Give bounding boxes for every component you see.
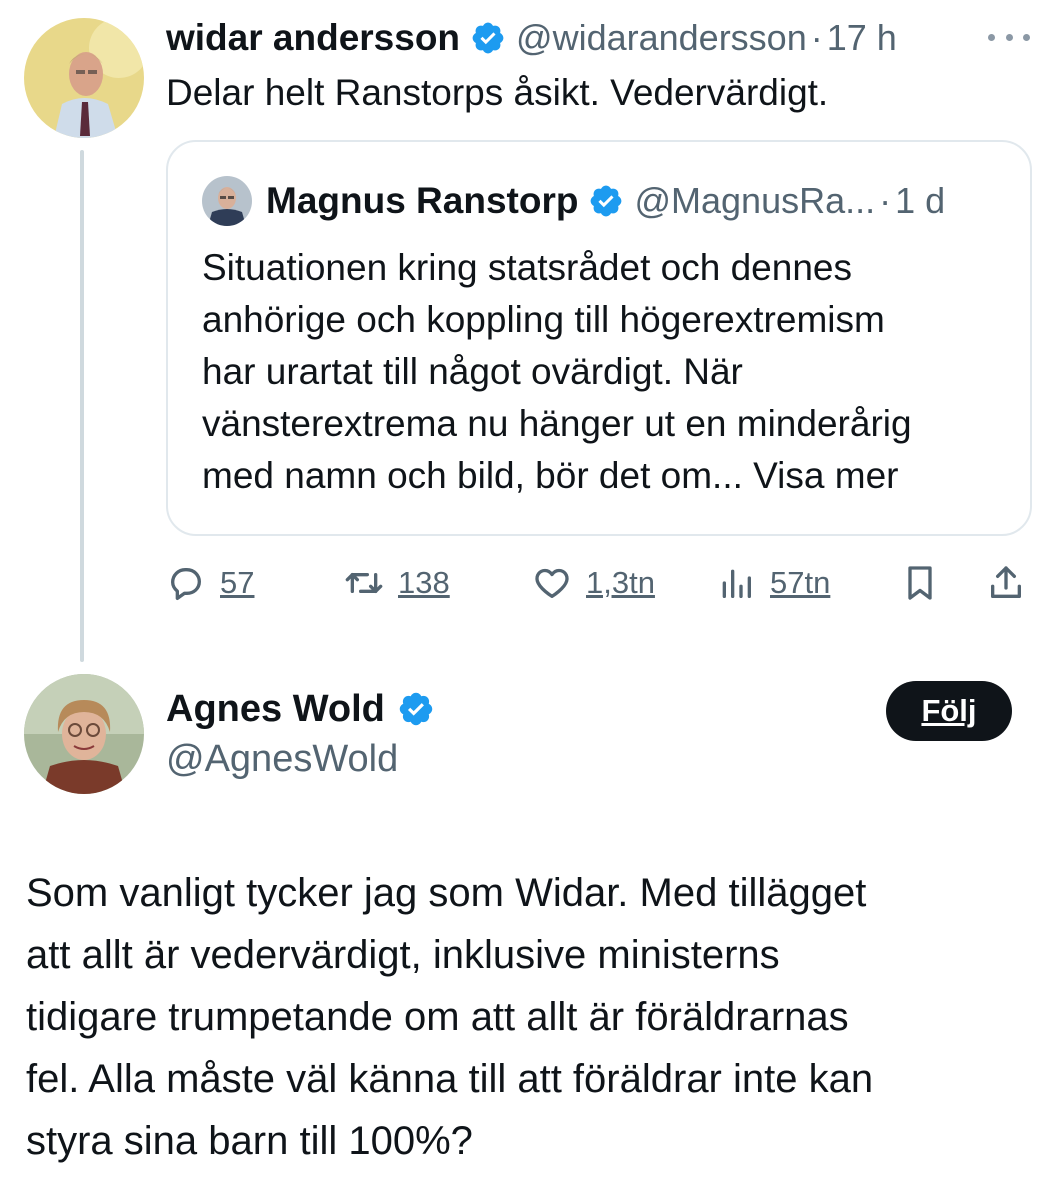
quoted-separator: · <box>879 180 892 221</box>
reply-icon <box>171 568 201 600</box>
avatar-agnes[interactable] <box>24 674 144 794</box>
tweet1-text: Delar helt Ranstorps åsikt. Vedervärdigt… <box>166 72 829 113</box>
like-count: 1,3tn <box>586 565 655 600</box>
quoted-text-line: med namn och bild, bör det om... Visa me… <box>202 455 899 496</box>
tweet1-separator: · <box>810 17 823 58</box>
quoted-time: 1 d <box>895 180 946 221</box>
verified-badge-icon <box>588 183 624 219</box>
tweet2-text-line: tidigare trumpetande om att allt är förä… <box>26 995 849 1039</box>
retweet-count: 138 <box>398 565 450 600</box>
quoted-text-line: Situationen kring statsrådet och dennes <box>202 247 852 288</box>
bookmark-button[interactable] <box>900 558 940 608</box>
tweet2-handle[interactable]: @AgnesWold <box>166 738 445 781</box>
quoted-handle: @MagnusRa... <box>634 180 876 221</box>
tweet2-display-name[interactable]: Agnes Wold <box>166 688 385 731</box>
quoted-text-line: har urartat till något ovärdigt. När <box>202 351 743 392</box>
like-button[interactable]: 1,3tn <box>532 558 655 608</box>
views-button[interactable]: 57tn <box>716 558 830 608</box>
tweet2-text-line: Som vanligt tycker jag som Widar. Med ti… <box>26 871 867 915</box>
verified-badge-icon <box>470 20 506 56</box>
quoted-display-name: Magnus Ranstorp <box>266 180 579 221</box>
quoted-tweet-text: Situationen kring statsrådet och dennes … <box>202 242 1022 502</box>
tweet2-text-line: fel. Alla måste väl känna till att föräl… <box>26 1057 874 1101</box>
tweet2-text: Som vanligt tycker jag som Widar. Med ti… <box>26 862 1046 1172</box>
tweet1-header: widar andersson @widarandersson · 17 h <box>166 16 897 60</box>
avatar-magnus <box>202 176 252 226</box>
tweet1-action-bar: 57 138 1,3tn 57tn <box>166 558 1032 608</box>
thread-connector-line <box>80 150 84 662</box>
tweet2-header: Agnes Wold @AgnesWold <box>166 686 445 781</box>
tweet1-time[interactable]: 17 h <box>827 17 897 59</box>
avatar-widar[interactable] <box>24 18 144 138</box>
avatar-agnes-image <box>24 674 144 794</box>
verified-badge-icon <box>397 690 435 728</box>
tweet2-text-line: styra sina barn till 100%? <box>26 1119 473 1163</box>
follow-button[interactable]: Följ <box>886 681 1012 741</box>
reply-button[interactable]: 57 <box>166 558 254 608</box>
quoted-text-line: anhörige och koppling till högerextremis… <box>202 299 885 340</box>
heart-icon <box>535 568 569 598</box>
tweet2-text-line: att allt är vedervärdigt, inklusive mini… <box>26 933 780 977</box>
more-horizontal-icon[interactable] <box>988 22 1030 52</box>
share-icon <box>991 566 1021 598</box>
quoted-text-line: vänsterextrema nu hänger ut en minderåri… <box>202 403 912 444</box>
quoted-tweet-card[interactable]: Magnus Ranstorp @MagnusRa... · 1 d Situa… <box>166 140 1032 536</box>
tweet1-display-name[interactable]: widar andersson <box>166 17 460 59</box>
tweet1-handle[interactable]: @widarandersson <box>516 17 807 59</box>
reply-count: 57 <box>220 565 255 600</box>
avatar-widar-image <box>24 18 144 138</box>
quoted-tweet-header: Magnus Ranstorp @MagnusRa... · 1 d <box>266 178 945 224</box>
retweet-icon <box>345 573 383 593</box>
views-count: 57tn <box>770 565 831 600</box>
views-chart-icon <box>722 569 751 598</box>
bookmark-icon <box>908 566 932 600</box>
share-button[interactable] <box>986 558 1026 608</box>
retweet-button[interactable]: 138 <box>344 558 450 608</box>
avatar-magnus-image <box>202 176 252 226</box>
